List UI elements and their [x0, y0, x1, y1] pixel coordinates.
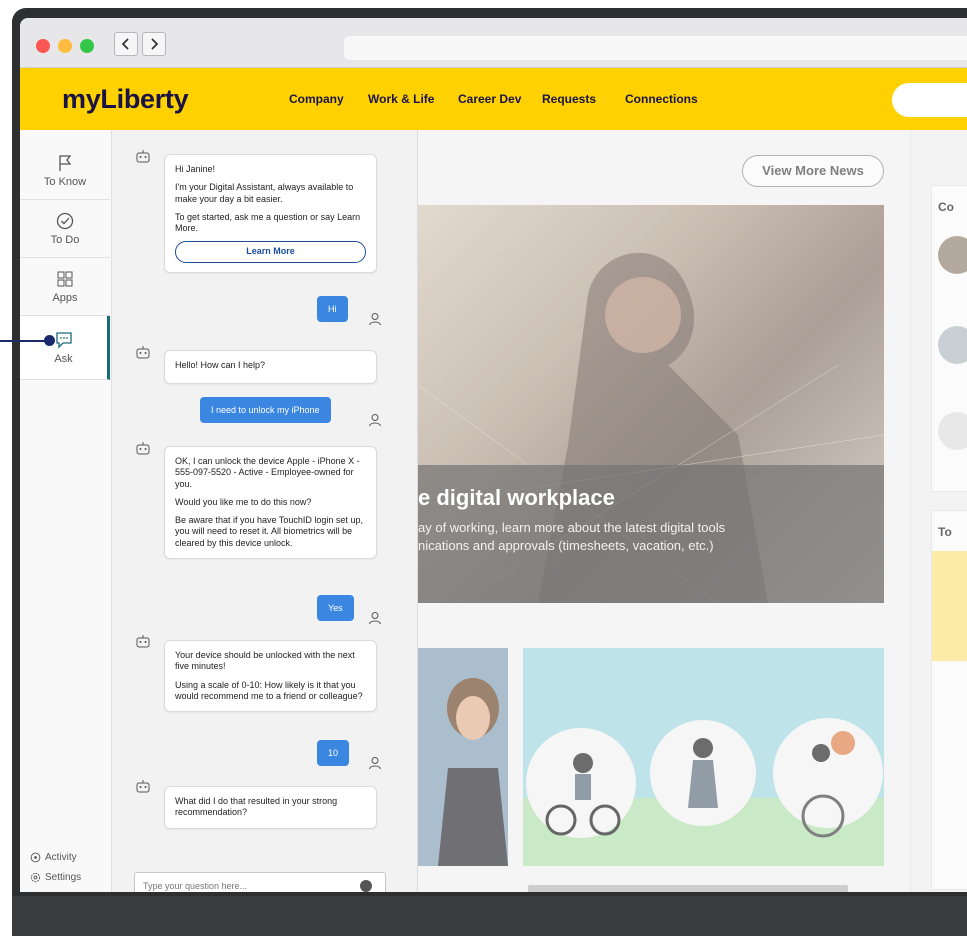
bot-message-line: Your device should be unlocked with the …	[175, 650, 355, 672]
accessibility-illustration	[523, 718, 884, 866]
avatar[interactable]	[938, 236, 967, 274]
nav-connections[interactable]: Connections	[625, 92, 698, 106]
bot-message: What did I do that resulted in your stro…	[164, 786, 377, 829]
flag-icon	[59, 155, 72, 171]
nav-requests[interactable]: Requests	[542, 92, 596, 106]
bot-avatar-icon	[136, 780, 150, 793]
tasks-card: To	[931, 510, 967, 890]
nav-career-dev[interactable]: Career Dev	[458, 92, 521, 106]
avatar[interactable]	[938, 412, 967, 450]
rail-item-to-know[interactable]: To Know	[20, 142, 110, 200]
rail-activity-label: Activity	[45, 852, 77, 863]
rail-item-apps[interactable]: Apps	[20, 258, 110, 316]
bot-avatar-icon	[136, 635, 150, 648]
bot-message-line: What did I do that resulted in your stro…	[175, 796, 338, 818]
activity-icon	[30, 852, 41, 863]
grid-icon	[57, 271, 73, 287]
user-avatar-icon	[369, 757, 381, 770]
tasks-card-title: To	[938, 525, 952, 539]
rail-settings[interactable]: Settings	[30, 872, 81, 883]
bot-avatar-icon	[136, 150, 150, 163]
forward-button[interactable]	[142, 32, 166, 56]
mic-icon[interactable]	[360, 880, 372, 892]
bot-message: Your device should be unlocked with the …	[164, 640, 377, 712]
bot-message-line: To get started, ask me a question or say…	[175, 211, 361, 233]
news-card-image[interactable]	[418, 648, 508, 866]
user-message: I need to unlock my iPhone	[200, 397, 331, 423]
news-card-illustration[interactable]	[523, 648, 884, 866]
hero-title: e digital workplace	[418, 485, 615, 510]
back-button[interactable]	[114, 32, 138, 56]
section-heading-placeholder	[528, 885, 848, 892]
user-avatar-icon	[369, 414, 381, 427]
nav-company[interactable]: Company	[289, 92, 344, 106]
device-bezel	[12, 896, 967, 936]
rail-label-ask: Ask	[54, 353, 73, 365]
hero-caption: e digital workplace ay of working, learn…	[418, 465, 884, 603]
bot-message-line: Be aware that if you have TouchID login …	[175, 515, 363, 548]
user-message: Yes	[317, 595, 354, 621]
right-sidebar: Co To	[910, 130, 967, 892]
bot-message: OK, I can unlock the device Apple - iPho…	[164, 446, 377, 559]
bot-avatar-icon	[136, 442, 150, 455]
left-rail: To Know To Do Apps Ask Activity Settings	[20, 130, 112, 892]
user-avatar-icon	[369, 612, 381, 625]
chevron-left-icon	[121, 38, 129, 50]
user-avatar-icon	[369, 313, 381, 326]
rail-label-to-know: To Know	[43, 176, 87, 188]
chat-panel: Hi Janine! I'm your Digital Assistant, a…	[112, 130, 418, 892]
hero-subtitle: ay of working, learn more about the late…	[418, 519, 878, 554]
browser-chrome	[20, 18, 967, 68]
chevron-right-icon	[151, 38, 159, 50]
rail-settings-label: Settings	[45, 872, 82, 883]
bot-avatar-icon	[136, 346, 150, 359]
rail-label-apps: Apps	[52, 292, 78, 304]
tasks-card-image	[932, 551, 967, 661]
main-content: View More News e digital workplace ay of…	[418, 130, 967, 892]
view-more-news-button[interactable]: View More News	[742, 155, 884, 187]
contacts-card-title: Co	[938, 200, 954, 214]
bot-message-line: OK, I can unlock the device Apple - iPho…	[175, 456, 360, 489]
rail-label-to-do: To Do	[50, 234, 80, 246]
bot-message-line: Would you like me to do this now?	[175, 496, 312, 507]
bot-message-line: Hello! How can I help?	[175, 360, 266, 370]
site-logo[interactable]: myLiberty	[62, 84, 189, 115]
rail-activity[interactable]: Activity	[30, 852, 77, 863]
bot-message-line: I'm your Digital Assistant, always avail…	[175, 182, 354, 204]
hero-banner[interactable]: e digital workplace ay of working, learn…	[418, 205, 884, 603]
woman-photo	[418, 648, 508, 866]
bot-message: Hello! How can I help?	[164, 350, 377, 384]
header-search-input[interactable]	[892, 83, 967, 117]
user-message: Hi	[317, 296, 348, 322]
learn-more-button[interactable]: Learn More	[175, 241, 366, 264]
chat-input[interactable]: Type your question here...	[134, 872, 386, 892]
callout-dot	[44, 335, 55, 346]
contacts-card: Co	[931, 185, 967, 492]
avatar[interactable]	[938, 326, 967, 364]
check-circle-icon	[56, 212, 74, 230]
hero-subtitle-line: nications and approvals (timesheets, vac…	[418, 537, 714, 553]
rail-item-to-do[interactable]: To Do	[20, 200, 110, 258]
user-message: 10	[317, 740, 350, 766]
chat-icon	[55, 332, 72, 349]
maximize-window-dot[interactable]	[80, 39, 94, 53]
bot-message-line: Hi Janine!	[175, 164, 216, 174]
minimize-window-dot[interactable]	[58, 39, 72, 53]
nav-work-life[interactable]: Work & Life	[368, 92, 434, 106]
hero-subtitle-line: ay of working, learn more about the late…	[418, 520, 726, 535]
site-header: myLiberty Company Work & Life Career Dev…	[20, 68, 967, 130]
gear-icon	[30, 872, 41, 883]
screen: myLiberty Company Work & Life Career Dev…	[20, 18, 967, 892]
rail-item-ask[interactable]: Ask	[20, 316, 110, 380]
close-window-dot[interactable]	[36, 39, 50, 53]
address-bar[interactable]	[344, 36, 967, 60]
bot-message: Hi Janine! I'm your Digital Assistant, a…	[164, 154, 377, 274]
bot-message-line: Using a scale of 0-10: How likely is it …	[175, 679, 363, 701]
